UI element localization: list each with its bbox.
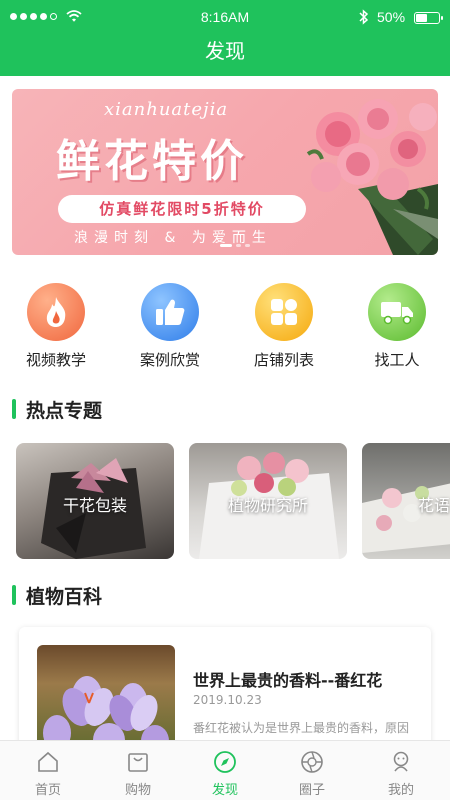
topic-card[interactable]: 干花包装 (16, 443, 174, 559)
home-icon (35, 749, 61, 775)
compass-icon (212, 749, 238, 775)
flame-icon (27, 283, 85, 341)
battery-percent: 50% (377, 9, 406, 25)
bottom-tab-bar: 首页 购物 发现 圈子 我的 (0, 740, 450, 800)
tab-label: 发现 (211, 783, 238, 798)
aperture-icon (299, 749, 325, 775)
top-bar: 8:16AM 50% 发现 (0, 0, 450, 76)
category-label: 找工人 (374, 351, 420, 369)
section-title: 热点专题 (26, 399, 103, 422)
tab-circle[interactable]: 圈子 (267, 749, 357, 798)
article-date: 2019.10.23 (193, 693, 262, 707)
promo-banner[interactable]: xianhuatejia 鲜花特价 仿真鲜花限时5折特价 浪漫时刻 & 为爱而生 (12, 89, 438, 255)
category-store-list[interactable]: 店铺列表 (234, 283, 334, 370)
status-bar: 8:16AM 50% (0, 0, 450, 34)
tab-home[interactable]: 首页 (3, 749, 93, 798)
tab-me[interactable]: 我的 (356, 749, 446, 798)
banner-pager (220, 244, 250, 247)
article-title: 世界上最贵的香料--番红花 (193, 671, 383, 690)
banner-headline: 鲜花特价 (56, 136, 248, 187)
tab-label: 我的 (387, 783, 414, 798)
page-title: 发现 (205, 39, 245, 63)
bluetooth-icon (359, 9, 369, 25)
article-summary: 番红花被认为是世界上最贵的香料，原因 (193, 721, 410, 735)
tab-shopping[interactable]: 购物 (93, 749, 183, 798)
thumbs-up-icon (141, 283, 199, 341)
section-header-hot-topics: 热点专题 (12, 396, 102, 422)
topic-carousel[interactable]: 干花包装 植物研究所 花语 (0, 443, 450, 561)
article-thumbnail (37, 645, 175, 755)
battery-icon (414, 12, 443, 24)
topic-card[interactable]: 植物研究所 (189, 443, 347, 559)
banner-promo-pill: 仿真鲜花限时5折特价 (58, 195, 306, 223)
tab-label: 圈子 (298, 783, 325, 798)
tab-discover[interactable]: 发现 (180, 749, 270, 798)
user-icon (388, 749, 414, 775)
tab-label: 首页 (34, 783, 61, 798)
category-shortcuts: 视频教学 案例欣赏 店铺列表 找工人 (0, 283, 450, 375)
section-accent-bar (12, 585, 16, 605)
banner-script-text: xianhuatejia (104, 99, 229, 120)
rose-bouquet-image (306, 99, 438, 255)
category-label: 视频教学 (25, 351, 86, 369)
category-video-tutorial[interactable]: 视频教学 (6, 283, 106, 370)
topic-card[interactable]: 花语 (362, 443, 450, 559)
section-title: 植物百科 (26, 585, 103, 608)
topic-caption: 干花包装 (62, 496, 127, 515)
category-case-showcase[interactable]: 案例欣赏 (120, 283, 220, 370)
crocus-flower-image (43, 676, 169, 755)
truck-icon (368, 283, 426, 341)
section-header-plant-encyclopedia: 植物百科 (12, 582, 102, 608)
store-grid-icon (255, 283, 313, 341)
tab-label: 购物 (124, 783, 151, 798)
category-label: 店铺列表 (253, 351, 314, 369)
topic-caption: 植物研究所 (227, 496, 308, 515)
section-accent-bar (12, 399, 16, 419)
category-label: 案例欣赏 (139, 351, 200, 369)
topic-caption: 花语 (418, 496, 450, 515)
shopping-bag-icon (125, 749, 151, 775)
category-find-worker[interactable]: 找工人 (347, 283, 447, 370)
